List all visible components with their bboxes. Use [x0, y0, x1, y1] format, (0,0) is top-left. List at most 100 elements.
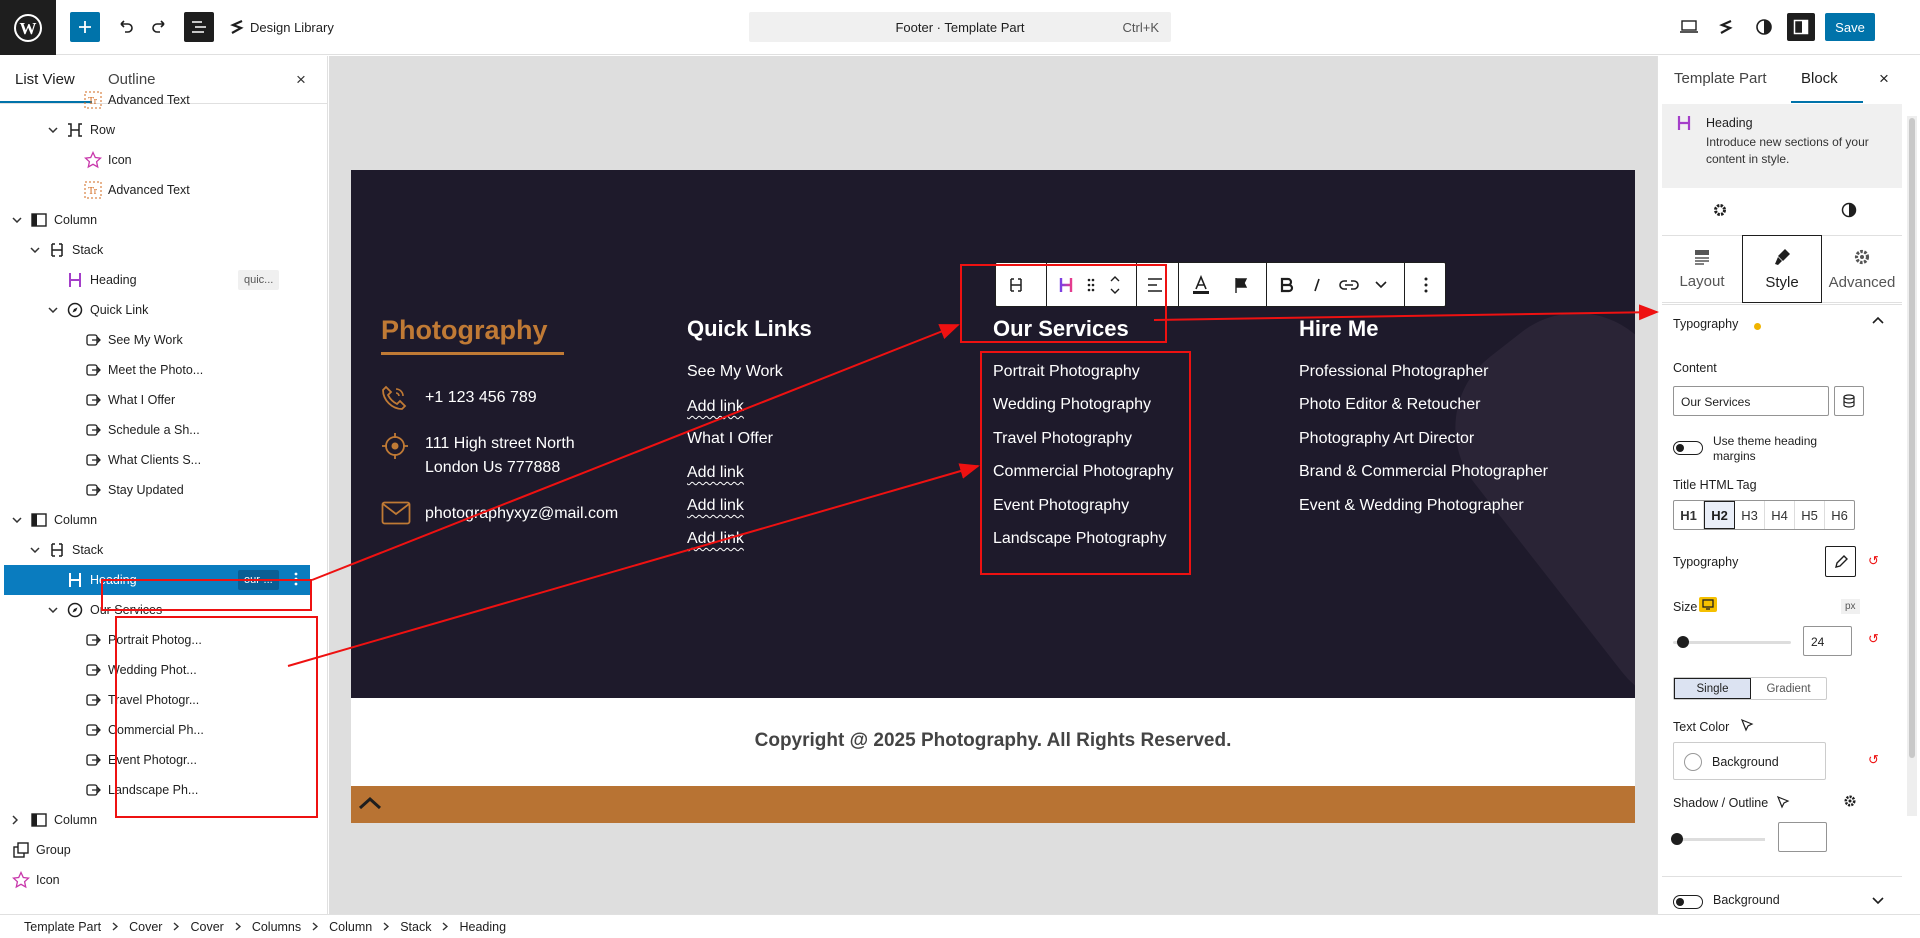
tab-layout[interactable]: Layout: [1662, 236, 1742, 302]
redo-button[interactable]: [145, 12, 175, 42]
reset-icon[interactable]: ↺: [1868, 752, 1879, 768]
footer-link[interactable]: Add link: [687, 530, 744, 548]
chevron-down-icon[interactable]: [48, 307, 60, 313]
settings-sidebar-toggle[interactable]: [1787, 13, 1815, 41]
more-formats-button[interactable]: [1366, 263, 1396, 306]
chevron-right-icon[interactable]: [0, 845, 6, 855]
shadow-slider-handle[interactable]: [1671, 833, 1683, 845]
footer-link[interactable]: Add link: [687, 497, 744, 515]
size-slider-handle[interactable]: [1677, 636, 1689, 648]
background-toggle[interactable]: [1673, 895, 1703, 909]
document-overview-button[interactable]: [184, 12, 214, 42]
undo-button[interactable]: [110, 12, 140, 42]
tag-h2[interactable]: H2: [1704, 501, 1735, 529]
tree-item[interactable]: See My Work: [0, 325, 320, 355]
text-color-picker[interactable]: Background: [1673, 742, 1826, 780]
footer-link[interactable]: Photography Art Director: [1299, 430, 1474, 448]
theme-margins-toggle[interactable]: [1673, 441, 1703, 455]
tree-item[interactable]: Tr Advanced Text: [0, 85, 320, 115]
footer-link[interactable]: Event & Wedding Photographer: [1299, 497, 1524, 515]
copyright-text[interactable]: Copyright @ 2025 Photography. All Rights…: [351, 730, 1635, 752]
size-input[interactable]: 24: [1803, 626, 1852, 656]
tree-item[interactable]: Stay Updated: [0, 475, 320, 505]
chevron-down-icon[interactable]: [30, 547, 42, 553]
tree-item[interactable]: Schedule a Sh...: [0, 415, 320, 445]
footer-email[interactable]: photographyxyz@mail.com: [425, 502, 618, 526]
quick-links-heading[interactable]: Quick Links: [687, 316, 812, 342]
footer-brand[interactable]: Photography: [381, 315, 548, 346]
unit-selector[interactable]: px: [1841, 599, 1860, 614]
breadcrumb-item[interactable]: Columns: [252, 920, 301, 934]
size-slider-track[interactable]: [1673, 641, 1791, 644]
gear-icon[interactable]: [1843, 794, 1857, 808]
footer-link[interactable]: Brand & Commercial Photographer: [1299, 463, 1548, 481]
chevron-down-icon[interactable]: [12, 217, 24, 223]
tree-item[interactable]: Quick Link: [0, 295, 320, 325]
breadcrumb-item[interactable]: Cover: [190, 920, 223, 934]
styles-button[interactable]: [1749, 12, 1779, 42]
stackable-settings-button[interactable]: [1711, 12, 1741, 42]
tree-item[interactable]: What Clients S...: [0, 445, 320, 475]
breadcrumb-item[interactable]: Heading: [459, 920, 506, 934]
tree-item[interactable]: What I Offer: [0, 385, 320, 415]
design-library-button[interactable]: Design Library: [230, 16, 334, 38]
reset-icon[interactable]: ↺: [1868, 553, 1879, 569]
tree-item[interactable]: Group: [0, 835, 320, 865]
breadcrumb-item[interactable]: Stack: [400, 920, 431, 934]
footer-link[interactable]: Add link: [687, 464, 744, 482]
settings-gear-icon[interactable]: [1712, 202, 1728, 218]
shadow-input[interactable]: [1778, 822, 1827, 852]
chevron-down-icon[interactable]: [48, 127, 60, 133]
tree-item[interactable]: Tr Advanced Text: [0, 175, 320, 205]
chevron-up-icon[interactable]: [357, 791, 383, 815]
hire-me-heading[interactable]: Hire Me: [1299, 316, 1378, 342]
bold-button[interactable]: [1272, 263, 1302, 306]
reset-icon[interactable]: ↺: [1868, 631, 1879, 647]
tag-h4[interactable]: H4: [1765, 501, 1795, 529]
document-title-bar[interactable]: Footer · Template Part Ctrl+K: [749, 12, 1171, 42]
tag-h3[interactable]: H3: [1735, 501, 1765, 529]
tag-h5[interactable]: H5: [1795, 501, 1825, 529]
dynamic-source-button[interactable]: [1834, 386, 1864, 416]
desktop-responsive-icon[interactable]: [1699, 597, 1717, 612]
chevron-right-icon[interactable]: [12, 815, 24, 825]
typography-edit-button[interactable]: [1825, 546, 1856, 577]
scrollbar-thumb[interactable]: [1909, 118, 1915, 758]
chevron-down-icon[interactable]: [1872, 897, 1884, 905]
breadcrumb-item[interactable]: Template Part: [24, 920, 101, 934]
gradient-option[interactable]: Gradient: [1751, 678, 1826, 699]
tree-item[interactable]: Heading quic...: [0, 265, 320, 295]
footer-address[interactable]: 111 High street North London Us 777888: [425, 432, 575, 480]
shadow-slider-track[interactable]: [1673, 838, 1765, 841]
tree-item[interactable]: Column: [0, 505, 320, 535]
breadcrumb-item[interactable]: Cover: [129, 920, 162, 934]
footer-link[interactable]: Add link: [687, 398, 744, 416]
footer-link[interactable]: See My Work: [687, 363, 783, 381]
tab-block[interactable]: Block: [1801, 70, 1838, 87]
chevron-down-icon[interactable]: [12, 517, 24, 523]
tab-style[interactable]: Style: [1742, 235, 1822, 303]
tag-h6[interactable]: H6: [1825, 501, 1854, 529]
tag-h1[interactable]: H1: [1674, 501, 1704, 529]
content-input[interactable]: Our Services: [1673, 386, 1829, 416]
chevron-down-icon[interactable]: [30, 247, 42, 253]
tree-item[interactable]: Icon: [0, 145, 320, 175]
tab-advanced[interactable]: Advanced: [1822, 236, 1902, 302]
tab-template-part[interactable]: Template Part: [1674, 70, 1767, 87]
single-option[interactable]: Single: [1674, 678, 1751, 699]
typography-section-header[interactable]: Typography: [1673, 317, 1738, 331]
dynamic-content-button[interactable]: [1222, 263, 1260, 306]
styles-contrast-icon[interactable]: [1841, 202, 1857, 218]
footer-link[interactable]: What I Offer: [687, 430, 773, 448]
footer-link[interactable]: Professional Photographer: [1299, 363, 1488, 381]
close-settings-button[interactable]: ×: [1879, 69, 1889, 89]
text-color-button[interactable]: [1182, 263, 1220, 306]
footer-phone[interactable]: +1 123 456 789: [425, 386, 537, 410]
chevron-down-icon[interactable]: [48, 607, 60, 613]
view-desktop-button[interactable]: [1674, 12, 1704, 42]
tree-item[interactable]: Column: [0, 205, 320, 235]
block-options-button[interactable]: [1406, 263, 1446, 306]
tree-item[interactable]: Row: [0, 115, 320, 145]
tree-item[interactable]: Stack: [0, 535, 320, 565]
chevron-up-icon[interactable]: [1872, 316, 1884, 324]
